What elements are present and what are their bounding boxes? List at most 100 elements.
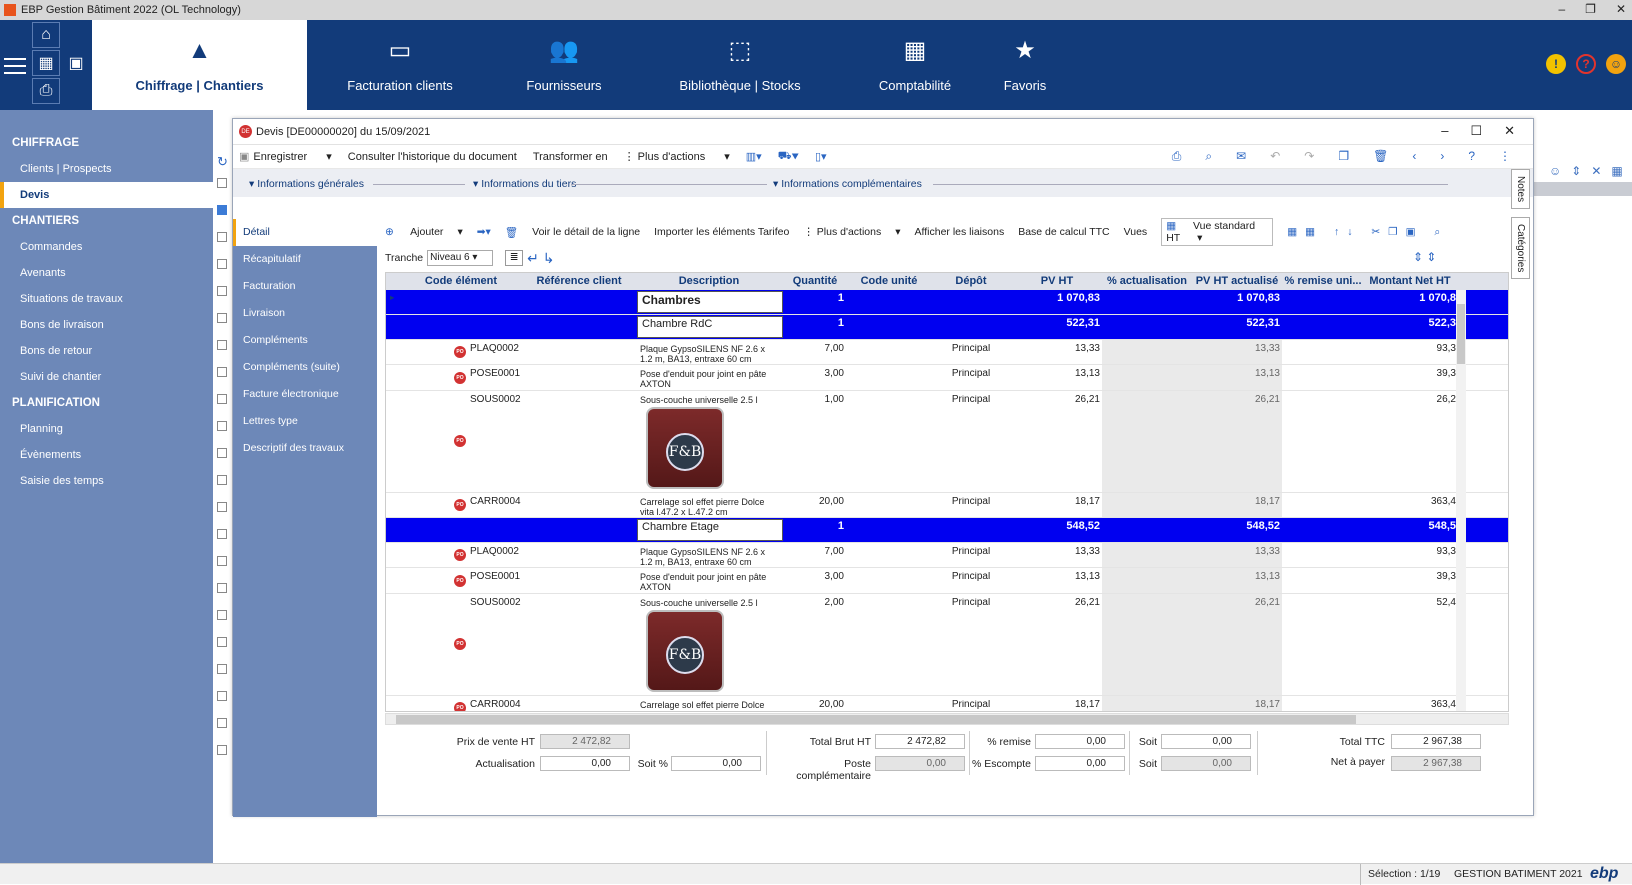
table-row[interactable]: PO CARR0004 Carrelage sol effet pierre D… bbox=[386, 493, 1508, 518]
sidebar-item-bons-livraison[interactable]: Bons de livraison bbox=[0, 312, 213, 338]
next-icon[interactable]: › bbox=[1440, 149, 1444, 164]
info-general-toggle[interactable]: ▾ Informations générales bbox=[249, 178, 364, 190]
info-tiers-toggle[interactable]: ▾ Informations du tiers bbox=[473, 178, 576, 190]
table-row[interactable]: PO POSE0001 Pose d'enduit pour joint en … bbox=[386, 568, 1508, 594]
row-description[interactable]: Chambres bbox=[637, 291, 783, 313]
redo-icon[interactable]: ↷ bbox=[1304, 149, 1314, 164]
print-icon[interactable]: ⎙ bbox=[1172, 149, 1182, 164]
row-checkbox[interactable] bbox=[217, 664, 227, 674]
grid-tools-icon[interactable]: ▦▦ ↑↓ ✂❐▣ ⌕ bbox=[1287, 226, 1448, 239]
table-row[interactable]: ▸ Chambres 1 1 070,83 1 070,83 1 070,8 bbox=[386, 290, 1508, 315]
col-actualisation[interactable]: % actualisation bbox=[1102, 275, 1192, 287]
menu-icon[interactable] bbox=[4, 58, 26, 74]
tab-facturation[interactable]: ▭ Facturation clients bbox=[330, 20, 470, 110]
row-description[interactable]: Chambre Etage bbox=[637, 519, 783, 541]
tab-categories[interactable]: Catégories bbox=[1511, 217, 1530, 280]
col-depot[interactable]: Dépôt bbox=[930, 275, 1012, 287]
soit-pct-field[interactable]: 0,00 bbox=[671, 756, 761, 771]
tab-chiffrage[interactable]: ▲ Chiffrage | Chantiers bbox=[92, 20, 307, 110]
tab-bibliotheque[interactable]: ⬚ Bibliothèque | Stocks bbox=[660, 20, 820, 110]
ttc-field[interactable]: 2 967,38 bbox=[1391, 734, 1481, 749]
col-quantite[interactable]: Quantité bbox=[782, 275, 848, 287]
mobile-icon[interactable]: ▯▾ bbox=[815, 150, 827, 163]
home-icon[interactable]: ⌂ bbox=[32, 22, 60, 48]
prev-icon[interactable]: ‹ bbox=[1412, 149, 1416, 164]
row-checkbox[interactable] bbox=[217, 610, 227, 620]
row-checkbox[interactable] bbox=[217, 367, 227, 377]
row-checkbox[interactable] bbox=[217, 691, 227, 701]
sidebar-item-saisie-temps[interactable]: Saisie des temps bbox=[0, 468, 213, 494]
sidebar-item-clients[interactable]: Clients | Prospects bbox=[0, 156, 213, 182]
tab-favoris[interactable]: ★ Favoris bbox=[990, 20, 1060, 110]
row-description[interactable]: Chambre RdC bbox=[637, 316, 783, 338]
transform-button[interactable]: Transformer en bbox=[533, 151, 608, 163]
sidebar-item-commandes[interactable]: Commandes bbox=[0, 234, 213, 260]
copy-icon[interactable]: ❐ bbox=[1338, 149, 1349, 164]
table-row[interactable]: PO PLAQ0002 Plaque GypsoSILENS NF 2.6 x … bbox=[386, 543, 1508, 568]
tab-descriptif[interactable]: Descriptif des travaux bbox=[233, 435, 377, 462]
doc-maximize-icon[interactable]: ☐ bbox=[1470, 123, 1482, 139]
delete-icon[interactable]: 🗑 bbox=[1373, 149, 1388, 164]
move-arrow-icon[interactable]: ➡▾ bbox=[477, 226, 491, 238]
row-checkbox[interactable] bbox=[217, 340, 227, 350]
more-actions-button[interactable]: ⋮ Plus d'actions ▾ bbox=[624, 150, 730, 163]
tab-comptabilite[interactable]: ▦ Comptabilité bbox=[860, 20, 970, 110]
indent-icon[interactable]: ↵ ↳ bbox=[527, 250, 554, 267]
preview-icon[interactable]: ⌕ bbox=[1205, 149, 1212, 164]
grid-more-actions[interactable]: ⋮ Plus d'actions ▾ bbox=[803, 226, 900, 238]
building-icon[interactable]: ▦ bbox=[32, 50, 60, 76]
act-field[interactable]: 0,00 bbox=[540, 756, 630, 771]
row-checkbox[interactable] bbox=[217, 205, 227, 215]
restore-icon[interactable]: ❐ bbox=[1585, 2, 1596, 16]
kebab-icon[interactable]: ⋮ bbox=[1499, 149, 1511, 164]
table-row[interactable]: PO PLAQ0002 Plaque GypsoSILENS NF 2.6 x … bbox=[386, 340, 1508, 365]
sidebar-item-devis[interactable]: Devis bbox=[0, 182, 213, 208]
scroll-thumb[interactable] bbox=[396, 715, 1356, 724]
tab-notes[interactable]: Notes bbox=[1511, 169, 1530, 210]
save-button[interactable]: ▣ Enregistrer ▾ bbox=[239, 150, 332, 163]
brut-field[interactable]: 2 472,82 bbox=[875, 734, 965, 749]
close-icon[interactable]: ✕ bbox=[1616, 2, 1626, 16]
help-icon[interactable]: ? bbox=[1576, 54, 1596, 74]
row-checkbox[interactable] bbox=[217, 556, 227, 566]
col-pv-actualise[interactable]: PV HT actualisé bbox=[1192, 275, 1282, 287]
row-checkbox[interactable] bbox=[217, 475, 227, 485]
row-checkbox[interactable] bbox=[217, 529, 227, 539]
collapse-icon[interactable]: ✕ bbox=[1591, 164, 1601, 178]
tab-complements[interactable]: Compléments bbox=[233, 327, 377, 354]
print-icon[interactable]: ⎙ bbox=[32, 78, 60, 104]
tranche-select[interactable]: Niveau 6 ▾ bbox=[427, 250, 494, 266]
sidebar-item-avenants[interactable]: Avenants bbox=[0, 260, 213, 286]
view-select[interactable]: ▦ Vue standard HT ▾ bbox=[1161, 218, 1274, 246]
add-button[interactable]: ⊕ Ajouter ▾ bbox=[385, 226, 463, 238]
table-row[interactable]: PO CARR0004 Carrelage sol effet pierre D… bbox=[386, 696, 1508, 711]
row-checkbox[interactable] bbox=[217, 718, 227, 728]
tab-lettres-type[interactable]: Lettres type bbox=[233, 408, 377, 435]
user-tool-icon[interactable]: ☺ bbox=[1549, 164, 1561, 178]
row-checkbox[interactable] bbox=[217, 502, 227, 512]
tab-fournisseurs[interactable]: 👥 Fournisseurs bbox=[500, 20, 628, 110]
row-checkbox[interactable] bbox=[217, 286, 227, 296]
sidebar-item-situations[interactable]: Situations de travaux bbox=[0, 286, 213, 312]
table-row[interactable]: Chambre RdC 1 522,31 522,31 522,3 bbox=[386, 315, 1508, 340]
table-row[interactable]: PO POSE0001 Pose d'enduit pour joint en … bbox=[386, 365, 1508, 391]
row-checkbox[interactable] bbox=[217, 745, 227, 755]
row-expand-icon[interactable]: ▸ bbox=[390, 293, 394, 303]
info-comp-toggle[interactable]: ▾ Informations complémentaires bbox=[773, 178, 922, 190]
undo-icon[interactable]: ↶ bbox=[1270, 149, 1280, 164]
scroll-thumb[interactable] bbox=[1457, 304, 1465, 364]
horizontal-scrollbar[interactable] bbox=[385, 713, 1509, 725]
sidebar-item-evenements[interactable]: Évènements bbox=[0, 442, 213, 468]
doc-minimize-icon[interactable]: – bbox=[1441, 123, 1448, 139]
row-checkbox[interactable] bbox=[217, 421, 227, 431]
minimize-icon[interactable]: – bbox=[1558, 2, 1565, 16]
row-checkbox[interactable] bbox=[217, 394, 227, 404]
grid-icon[interactable]: ▦ bbox=[1611, 164, 1622, 178]
map-icon[interactable]: ▥▾ bbox=[746, 150, 762, 163]
row-checkbox[interactable] bbox=[217, 637, 227, 647]
list-icon[interactable]: ≣ bbox=[505, 250, 524, 266]
table-row[interactable]: PO SOUS0002 Sous-couche universelle 2.5 … bbox=[386, 391, 1508, 493]
truck-icon[interactable]: ⛟▾ bbox=[778, 150, 799, 164]
line-detail-button[interactable]: Voir le détail de la ligne bbox=[532, 226, 640, 238]
col-remise[interactable]: % remise uni... bbox=[1282, 275, 1364, 287]
